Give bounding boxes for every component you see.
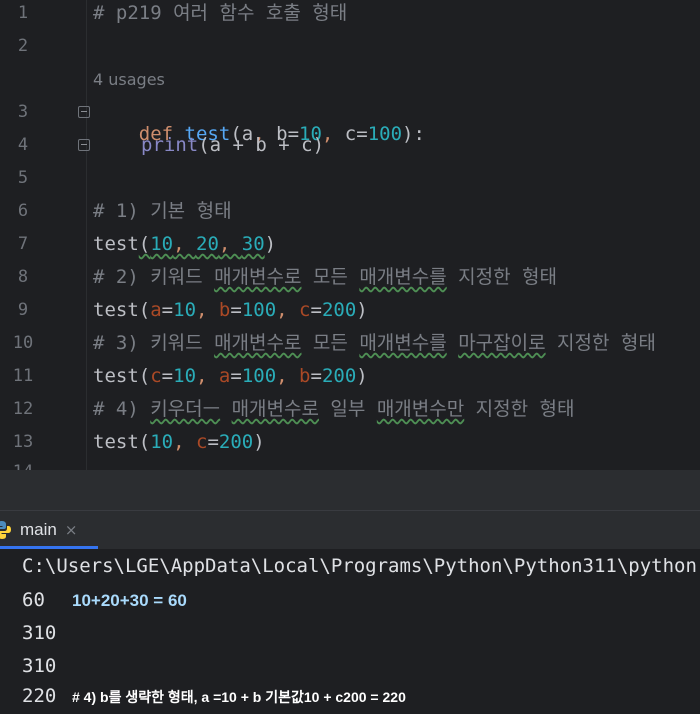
- panel-divider[interactable]: [0, 470, 700, 510]
- line-number: 7: [17, 234, 29, 254]
- run-tool-window-header: main ×: [0, 510, 700, 549]
- code-line-13: test(10, c=200): [93, 431, 265, 453]
- run-console-output[interactable]: C:\Users\LGE\AppData\Local\Programs\Pyth…: [0, 549, 700, 714]
- line-number: 3: [17, 102, 29, 122]
- console-output-line: 220: [22, 685, 57, 707]
- code-line-7: test(10, 20, 30): [93, 233, 277, 255]
- python-icon: [0, 521, 11, 539]
- close-icon[interactable]: ×: [65, 521, 78, 539]
- console-output-line: 310: [22, 622, 57, 644]
- annotation-text: 10+20+30 = 60: [72, 591, 187, 610]
- line-number: 14: [0, 462, 46, 470]
- fold-marker-icon[interactable]: [78, 106, 90, 118]
- code-line-4: print(a + b + c): [141, 134, 324, 156]
- fold-marker-icon[interactable]: [78, 139, 90, 151]
- code-line-1: # p219 여러 함수 호출 형태: [93, 2, 348, 24]
- code-line-8: # 2) 키워드 매개변수로 모든 매개변수를 지정한 형태: [93, 266, 558, 288]
- builtin: print: [141, 134, 199, 156]
- run-tab-main[interactable]: main ×: [0, 511, 98, 549]
- code-line-9: test(a=10, b=100, c=200): [93, 299, 368, 321]
- line-number: 6: [17, 201, 29, 221]
- run-tab-label: main: [20, 520, 57, 539]
- console-output-line: 60: [22, 589, 45, 611]
- number: 100: [367, 123, 403, 145]
- line-number: 12: [12, 399, 34, 419]
- param: c: [344, 123, 357, 145]
- usages-hint[interactable]: 4 usages: [93, 70, 165, 89]
- expr: (a + b + c): [198, 134, 325, 156]
- code-line-12: # 4) 키우더ㅡ 매개변수로 일부 매개변수만 지정한 형태: [93, 398, 575, 420]
- punct: ):: [402, 123, 425, 145]
- gutter-separator: [86, 0, 87, 470]
- args: (10, 20, 30: [138, 233, 265, 255]
- punct: ,: [321, 123, 345, 145]
- line-number: 5: [17, 168, 29, 188]
- line-number: 13: [12, 432, 34, 452]
- line-number: 11: [12, 366, 34, 386]
- code-line-11: test(c=10, a=100, b=200): [93, 365, 368, 387]
- console-output-line: 310: [22, 655, 57, 677]
- line-number: 4: [17, 135, 29, 155]
- line-number-gutter[interactable]: 1 2 3 4 5 6 7 8 9 10 11 12 13 14: [0, 0, 86, 470]
- line-number: 8: [17, 267, 29, 287]
- code-line-6: # 1) 기본 형태: [93, 200, 232, 222]
- code-line-10: # 3) 키워드 매개변수로 모든 매개변수를 마구잡이로 지정한 형태: [93, 332, 656, 354]
- punct: =: [356, 123, 368, 145]
- console-command-line: C:\Users\LGE\AppData\Local\Programs\Pyth…: [22, 555, 700, 577]
- line-number: 1: [17, 3, 29, 23]
- line-number: 2: [17, 36, 29, 56]
- line-number: 10: [12, 333, 34, 353]
- line-number: 9: [17, 300, 29, 320]
- call-name: test: [93, 233, 139, 255]
- code-editor[interactable]: 1 2 3 4 5 6 7 8 9 10 11 12 13 14 # p219 …: [0, 0, 700, 470]
- annotation-text: # 4) b를 생략한 형태, a =10 + b 기본값10 + c200 =…: [72, 689, 406, 705]
